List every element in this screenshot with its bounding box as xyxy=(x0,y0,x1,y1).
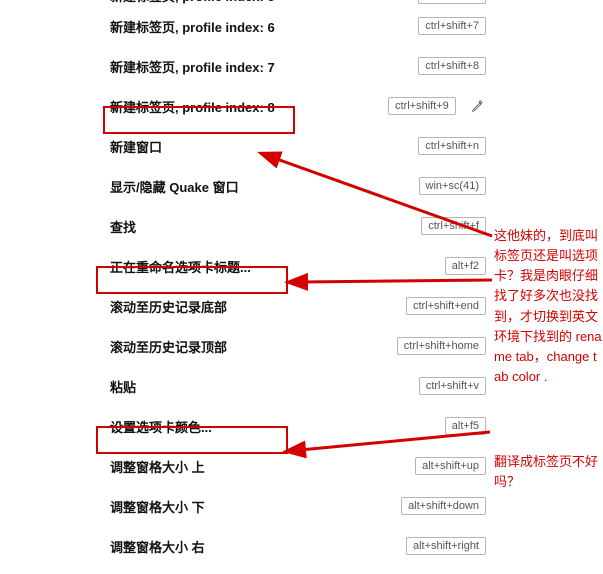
shortcut-keys: ctrl+shift+6 xyxy=(418,0,486,4)
shortcut-keys: ctrl+shift+home xyxy=(397,337,486,355)
edit-button[interactable] xyxy=(470,94,486,118)
shortcut-keys: alt+f2 xyxy=(445,257,486,275)
shortcut-label: 新建标签页, profile index: 6 xyxy=(110,17,380,36)
shortcut-keys: alt+shift+up xyxy=(415,457,486,475)
shortcuts-list: 新建标签页, profile index: 5 ctrl+shift+6 新建标签页… xyxy=(0,0,490,566)
shortcut-label: 正在重命名选项卡标题... xyxy=(110,257,380,276)
shortcut-label: 滚动至历史记录顶部 xyxy=(110,337,380,356)
shortcut-label: 调整窗格大小 下 xyxy=(110,497,380,516)
shortcut-label: 查找 xyxy=(110,217,380,236)
shortcut-row[interactable]: 新建标签页, profile index: 8 ctrl+shift+9 xyxy=(0,86,490,126)
shortcut-keys: alt+shift+right xyxy=(406,537,486,555)
shortcut-label: 调整窗格大小 右 xyxy=(110,537,380,556)
shortcut-row[interactable]: 正在重命名选项卡标题... alt+f2 xyxy=(0,246,490,286)
shortcut-label: 新建标签页, profile index: 8 xyxy=(110,97,380,116)
shortcut-row[interactable]: 新建窗口 ctrl+shift+n xyxy=(0,126,490,166)
shortcut-keys: ctrl+shift+f xyxy=(421,217,486,235)
shortcut-keys: ctrl+shift+v xyxy=(419,377,486,395)
shortcut-row[interactable]: 新建标签页, profile index: 6 ctrl+shift+7 xyxy=(0,6,490,46)
pencil-icon xyxy=(471,99,485,113)
shortcut-row[interactable]: 滚动至历史记录底部 ctrl+shift+end xyxy=(0,286,490,326)
shortcut-row[interactable]: 查找 ctrl+shift+f xyxy=(0,206,490,246)
shortcut-keys: ctrl+shift+9 xyxy=(388,97,456,115)
shortcut-label: 设置选项卡颜色... xyxy=(110,417,380,436)
shortcut-row[interactable]: 新建标签页, profile index: 7 ctrl+shift+8 xyxy=(0,46,490,86)
shortcut-label: 粘贴 xyxy=(110,377,380,396)
shortcut-row[interactable]: 设置选项卡颜色... alt+f5 xyxy=(0,406,490,446)
shortcut-keys: ctrl+shift+7 xyxy=(418,17,486,35)
shortcut-keys: ctrl+shift+end xyxy=(406,297,486,315)
shortcut-keys: alt+shift+down xyxy=(401,497,486,515)
shortcut-row[interactable]: 调整窗格大小 右 alt+shift+right xyxy=(0,526,490,566)
shortcut-label: 显示/隐藏 Quake 窗口 xyxy=(110,177,380,196)
annotation-text: 翻译成标签页不好吗？ xyxy=(494,452,602,492)
shortcut-label: 滚动至历史记录底部 xyxy=(110,297,380,316)
shortcut-keys: win+sc(41) xyxy=(419,177,487,195)
shortcut-row[interactable]: 调整窗格大小 下 alt+shift+down xyxy=(0,486,490,526)
shortcut-label: 调整窗格大小 上 xyxy=(110,457,380,476)
shortcut-keys: alt+f5 xyxy=(445,417,486,435)
shortcut-row[interactable]: 滚动至历史记录顶部 ctrl+shift+home xyxy=(0,326,490,366)
annotation-text: 这他妹的，到底叫标签页还是叫选项卡？我是肉眼仔细找了好多次也没找到，才切换到英文… xyxy=(494,226,602,387)
shortcut-row[interactable]: 显示/隐藏 Quake 窗口 win+sc(41) xyxy=(0,166,490,206)
shortcut-keys: ctrl+shift+8 xyxy=(418,57,486,75)
shortcut-keys: ctrl+shift+n xyxy=(418,137,486,155)
shortcut-row[interactable]: 调整窗格大小 上 alt+shift+up xyxy=(0,446,490,486)
shortcut-label: 新建标签页, profile index: 5 xyxy=(110,0,380,5)
shortcut-label: 新建标签页, profile index: 7 xyxy=(110,57,380,76)
shortcut-row[interactable]: 粘贴 ctrl+shift+v xyxy=(0,366,490,406)
shortcut-label: 新建窗口 xyxy=(110,137,380,156)
